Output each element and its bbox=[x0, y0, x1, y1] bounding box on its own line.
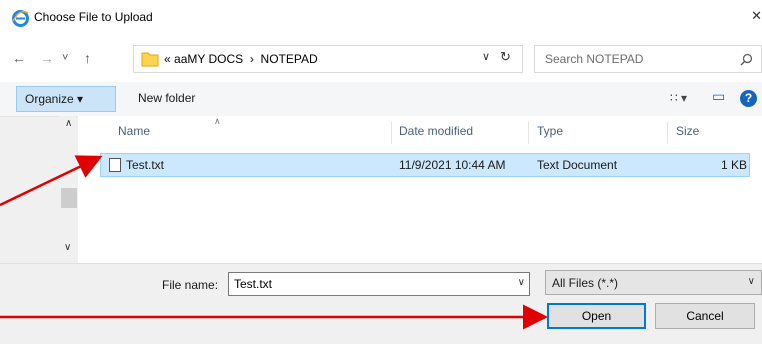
close-icon[interactable]: ✕ bbox=[751, 8, 762, 24]
scroll-down-icon[interactable]: ∨ bbox=[64, 242, 71, 253]
file-upload-dialog: Choose File to Upload ✕ ← → ˅ ↑ « aaMY D… bbox=[0, 0, 762, 344]
title-bar: Choose File to Upload ✕ bbox=[0, 0, 762, 36]
recent-locations-icon[interactable]: ˅ bbox=[62, 52, 68, 64]
scrollbar-thumb[interactable] bbox=[61, 188, 77, 208]
organize-label: Organize ▾ bbox=[25, 92, 84, 106]
file-date: 11/9/2021 10:44 AM bbox=[399, 158, 506, 172]
back-arrow-icon[interactable]: ← bbox=[12, 50, 26, 66]
breadcrumb-item-aamydocs[interactable]: aaMY DOCS bbox=[174, 52, 243, 66]
command-toolbar: Organize ▾ New folder ∷ ▾ ▭ ? bbox=[0, 82, 762, 117]
ie-logo-icon bbox=[12, 10, 29, 27]
column-header-date[interactable]: Date modified bbox=[399, 124, 473, 138]
file-size: 1 KB bbox=[721, 158, 748, 172]
address-bar[interactable]: « aaMY DOCS › NOTEPAD ∨ ↻ bbox=[133, 45, 523, 73]
column-header-name[interactable]: Name bbox=[118, 124, 150, 138]
file-name-combobox[interactable]: ∨ bbox=[228, 272, 530, 296]
search-box[interactable]: Search NOTEPAD bbox=[534, 45, 762, 73]
file-type: Text Document bbox=[537, 158, 618, 172]
chevron-down-icon[interactable]: ∨ bbox=[518, 277, 525, 288]
column-divider[interactable] bbox=[667, 122, 668, 144]
forward-arrow-icon[interactable]: → bbox=[40, 50, 54, 66]
view-options-icon[interactable]: ∷ ▾ bbox=[670, 91, 687, 105]
file-name-label: File name: bbox=[162, 278, 219, 292]
chevron-down-icon[interactable]: ∨ bbox=[482, 50, 490, 63]
text-file-icon bbox=[109, 158, 121, 172]
table-row[interactable]: Test.txt 11/9/2021 10:44 AM Text Documen… bbox=[100, 153, 750, 177]
column-divider[interactable] bbox=[391, 122, 392, 144]
column-divider[interactable] bbox=[528, 122, 529, 144]
search-input[interactable]: Search NOTEPAD bbox=[545, 52, 643, 66]
cancel-button[interactable]: Cancel bbox=[655, 303, 755, 329]
help-icon[interactable]: ? bbox=[740, 90, 757, 107]
column-header-size[interactable]: Size bbox=[676, 124, 699, 138]
file-type-filter-label: All Files (*.*) bbox=[552, 276, 619, 290]
refresh-icon[interactable]: ↻ bbox=[500, 49, 511, 65]
organize-button[interactable]: Organize ▾ bbox=[16, 86, 116, 112]
breadcrumb-overflow[interactable]: « bbox=[164, 52, 171, 66]
column-header-type[interactable]: Type bbox=[537, 124, 563, 138]
folder-icon bbox=[141, 52, 159, 67]
file-type-filter[interactable]: All Files (*.*) ∨ bbox=[545, 270, 762, 295]
breadcrumb-item-notepad[interactable]: NOTEPAD bbox=[261, 52, 318, 66]
breadcrumb: « aaMY DOCS › NOTEPAD bbox=[164, 52, 318, 66]
file-list: Name ∧ Date modified Type Size Test.txt … bbox=[78, 116, 762, 263]
open-button[interactable]: Open bbox=[547, 303, 646, 329]
file-name-field[interactable] bbox=[229, 273, 519, 295]
search-icon bbox=[740, 53, 753, 66]
file-name: Test.txt bbox=[126, 158, 165, 172]
new-folder-button[interactable]: New folder bbox=[138, 91, 195, 105]
dialog-title: Choose File to Upload bbox=[34, 10, 153, 24]
up-arrow-icon[interactable]: ↑ bbox=[84, 50, 91, 66]
sort-ascending-icon: ∧ bbox=[214, 116, 221, 126]
preview-pane-icon[interactable]: ▭ bbox=[712, 88, 725, 105]
scroll-up-icon[interactable]: ∧ bbox=[65, 118, 72, 129]
chevron-down-icon[interactable]: ∨ bbox=[748, 276, 755, 287]
bottom-panel: File name: ∨ All Files (*.*) ∨ Open Canc… bbox=[0, 263, 762, 344]
